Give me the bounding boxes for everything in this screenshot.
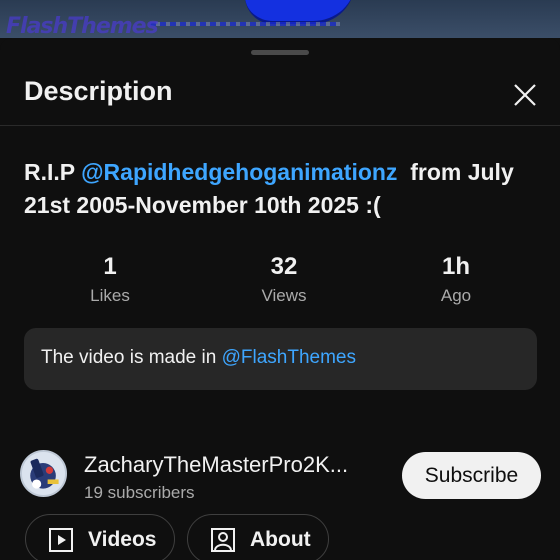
about-button-label: About [250,528,311,551]
close-button[interactable] [508,78,542,112]
age-stat: 1h Ago [386,252,526,306]
info-mention-link[interactable]: @FlashThemes [222,347,356,368]
views-label: Views [261,286,307,305]
info-card-text: The video is made in @FlashThemes [41,347,356,369]
age-value: 1h [441,253,470,280]
video-watermark: FlashThemes [6,14,159,38]
about-button[interactable]: About [187,514,329,560]
drag-handle[interactable] [251,50,309,55]
channel-name[interactable]: ZacharyTheMasterPro2K... [84,452,374,478]
age-label: Ago [440,286,472,305]
sheet-title: Description [24,76,173,106]
videos-button[interactable]: Videos [25,514,175,560]
description-prefix: R.I.P [24,159,75,185]
views-count: 32 [270,253,298,280]
views-stat: 32 Views [214,252,354,306]
video-stats: 1 Likes 32 Views 1h Ago [0,252,560,312]
subscriber-count: 19 subscribers [84,483,195,502]
sheet-header: Description [0,64,560,126]
description-mention-link[interactable]: @Rapidhedgehoganimationz [81,159,397,185]
video-play-icon [49,528,73,552]
likes-count: 1 [103,253,117,280]
videos-button-label: Videos [88,528,157,551]
video-description-title: R.I.P @Rapidhedgehoganimationz from July… [24,156,544,222]
video-player-strip[interactable]: FlashThemes [0,0,560,38]
description-sheet: Description R.I.P @Rapidhedgehoganimatio… [0,38,560,560]
likes-label: Likes [90,286,130,305]
avatar-image [22,452,65,495]
person-icon [211,528,235,552]
channel-avatar[interactable] [20,450,67,497]
subscribe-button[interactable]: Subscribe [402,452,541,499]
channel-row: ZacharyTheMasterPro2K... 19 subscribers … [0,440,560,508]
info-text: The video is made in [41,347,217,368]
close-icon [514,84,536,106]
likes-stat: 1 Likes [40,252,180,306]
info-card[interactable]: The video is made in @FlashThemes [24,328,537,390]
video-stripe [150,22,340,26]
